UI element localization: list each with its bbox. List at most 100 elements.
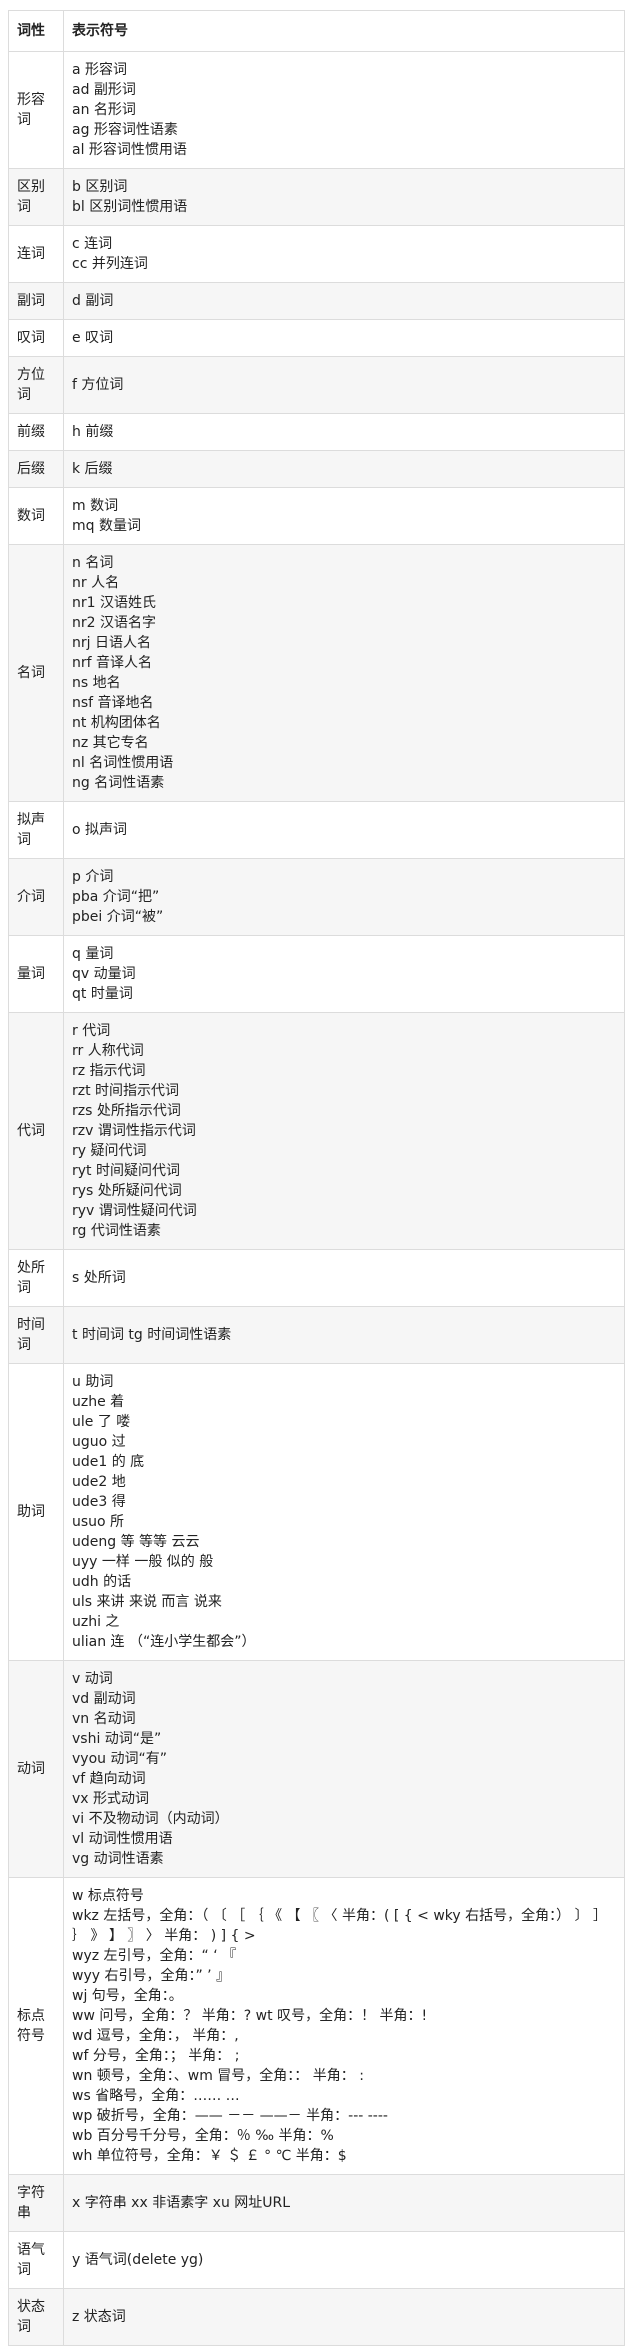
tags-cell: v 动词 vd 副动词 vn 名动词 vshi 动词“是” vyou 动词“有” vf 趋… [63,1660,625,1878]
table-row: 代词 r 代词 rr 人称代词 rz 指示代词 rzt 时间指示代词 rzs 处所指示代词… [8,1012,625,1250]
tag-line: a 形容词 [72,62,128,78]
tag-line: vd 副动词 [72,1691,136,1707]
pos-cell: 拟声词 [8,801,64,859]
tag-line: k 后缀 [72,461,113,477]
tag-line: wb 百分号千分号，全角：％ ‰ 半角：% [72,2128,334,2144]
tag-line: x 字符串 xx 非语素字 xu 网址URL [72,2195,291,2211]
pos-cell: 区别词 [8,168,64,226]
tags-cell: u 助词 uzhe 着 ule 了 喽 uguo 过 ude1 的 底 ude2 地 ude… [63,1363,625,1661]
tags-cell: k 后缀 [63,450,625,488]
tag-line: ude2 地 [72,1474,126,1490]
tag-line: nrf 音译人名 [72,655,153,671]
tag-line: udh 的话 [72,1574,132,1590]
tag-line: vshi 动词“是” [72,1731,162,1747]
tag-line: q 量词 [72,946,114,962]
tag-line: wn 顿号，全角：、wm 冒号，全角：： 半角： : [72,2068,364,2084]
pos-cell: 处所词 [8,1249,64,1307]
pos-cell: 叹词 [8,319,64,357]
tags-cell: c 连词 cc 并列连词 [63,225,625,283]
table-row: 名词 n 名词 nr 人名 nr1 汉语姓氏 nr2 汉语名字 nrj 日语人名 nrf 音… [8,544,625,802]
tag-line: an 名形词 [72,102,136,118]
tag-line: y 语气词(delete yg) [72,2252,204,2268]
tags-cell: a 形容词 ad 副形词 an 名形词 ag 形容词性语素 al 形容词性惯用语 [63,51,625,169]
table-row: 助词 u 助词 uzhe 着 ule 了 喽 uguo 过 ude1 的 底 ude2 地u… [8,1363,625,1661]
pos-tag-table: 词性 表示符号 形容词 a 形容词 ad 副形词 an 名形词 ag 形容词性语素 al … [8,10,625,2346]
pos-cell: 时间词 [8,1306,64,1364]
tag-line: ulian 连 （“连小学生都会”） [72,1634,256,1650]
pos-cell: 语气词 [8,2231,64,2289]
pos-cell: 状态词 [8,2288,64,2346]
tag-line: qt 时量词 [72,986,133,1002]
tag-line: wyy 右引号，全角：” ’ 』 [72,1968,231,1984]
tag-line: ag 形容词性语素 [72,122,178,138]
tag-line: al 形容词性惯用语 [72,142,187,158]
tag-line: vl 动词性惯用语 [72,1831,173,1847]
tags-cell: q 量词 qv 动量词 qt 时量词 [63,935,625,1013]
tags-cell: b 区别词 bl 区别词性惯用语 [63,168,625,226]
pos-cell: 形容词 [8,51,64,169]
table-row: 标点符号 w 标点符号 wkz 左括号，全角：（ 〔 ［ ｛ 《 【 〖 〈 半角：… [8,1877,625,2175]
table-row: 时间词 t 时间词 tg 时间词性语素 [8,1306,625,1364]
tag-line: udeng 等 等等 云云 [72,1534,200,1550]
tag-line: nrj 日语人名 [72,635,151,651]
table-row: 语气词 y 语气词(delete yg) [8,2231,625,2289]
tag-line: c 连词 [72,236,113,252]
tag-line: f 方位词 [72,377,124,393]
tag-line: ude3 得 [72,1494,126,1510]
tag-line: t 时间词 tg 时间词性语素 [72,1327,232,1343]
tag-line: ude1 的 底 [72,1454,145,1470]
tag-line: usuo 所 [72,1514,125,1530]
pos-cell: 代词 [8,1012,64,1250]
tag-line: e 叹词 [72,330,114,346]
tag-line: ns 地名 [72,675,121,691]
table-row: 前缀 h 前缀 [8,413,625,451]
tags-cell: x 字符串 xx 非语素字 xu 网址URL [63,2174,625,2232]
tag-line: ww 问号，全角：？ 半角：? wt 叹号，全角：！ 半角：! [72,2008,428,2024]
tag-line: h 前缀 [72,424,114,440]
table-row: 字符串 x 字符串 xx 非语素字 xu 网址URL [8,2174,625,2232]
header-pos: 词性 [8,10,64,52]
table-row: 动词 v 动词 vd 副动词 vn 名动词 vshi 动词“是” vyou 动词“有” vf… [8,1660,625,1878]
tag-line: ryt 时间疑问代词 [72,1163,180,1179]
tag-line: uguo 过 [72,1434,126,1450]
table-row: 介词 p 介词 pba 介词“把” pbei 介词“被” [8,858,625,936]
tag-line: nr2 汉语名字 [72,615,156,631]
tag-line: qv 动量词 [72,966,136,982]
tag-line: vyou 动词“有” [72,1751,167,1767]
tag-line: ryv 谓词性疑问代词 [72,1203,197,1219]
table-row: 后缀 k 后缀 [8,450,625,488]
tag-line: w 标点符号 [72,1888,144,1904]
pos-cell: 方位词 [8,356,64,414]
tags-cell: r 代词 rr 人称代词 rz 指示代词 rzt 时间指示代词 rzs 处所指示代词 rz… [63,1012,625,1250]
tag-line: rr 人称代词 [72,1043,144,1059]
header-tags: 表示符号 [63,10,625,52]
tag-line: pba 介词“把” [72,889,160,905]
tag-line: ws 省略号，全角：…… … [72,2088,240,2104]
tag-line: uzhe 着 [72,1394,125,1410]
content-area: 词性 表示符号 形容词 a 形容词 ad 副形词 an 名形词 ag 形容词性语素 al … [0,0,632,2346]
pos-cell: 字符串 [8,2174,64,2232]
pos-cell: 量词 [8,935,64,1013]
tag-line: nr 人名 [72,575,120,591]
tags-cell: t 时间词 tg 时间词性语素 [63,1306,625,1364]
tag-line: rg 代词性语素 [72,1223,161,1239]
tag-line: wd 逗号，全角：， 半角：, [72,2028,239,2044]
tags-cell: o 拟声词 [63,801,625,859]
tag-line: wkz 左括号，全角：（ 〔 ［ ｛ 《 【 〖 〈 半角：( [ { < wk… [72,1908,608,1944]
tag-line: cc 并列连词 [72,256,148,272]
tag-line: s 处所词 [72,1270,126,1286]
table-row: 方位词 f 方位词 [8,356,625,414]
tag-line: v 动词 [72,1671,113,1687]
tags-cell: d 副词 [63,282,625,320]
tag-line: rz 指示代词 [72,1063,146,1079]
tags-cell: s 处所词 [63,1249,625,1307]
tag-line: uzhi 之 [72,1614,120,1630]
table-row: 处所词 s 处所词 [8,1249,625,1307]
tag-line: wyz 左引号，全角：“ ‘ 『 [72,1948,237,1964]
table-row: 拟声词 o 拟声词 [8,801,625,859]
tag-line: ule 了 喽 [72,1414,131,1430]
tag-line: vx 形式动词 [72,1791,150,1807]
pos-cell: 名词 [8,544,64,802]
tag-line: rzs 处所指示代词 [72,1103,181,1119]
tag-line: ad 副形词 [72,82,136,98]
